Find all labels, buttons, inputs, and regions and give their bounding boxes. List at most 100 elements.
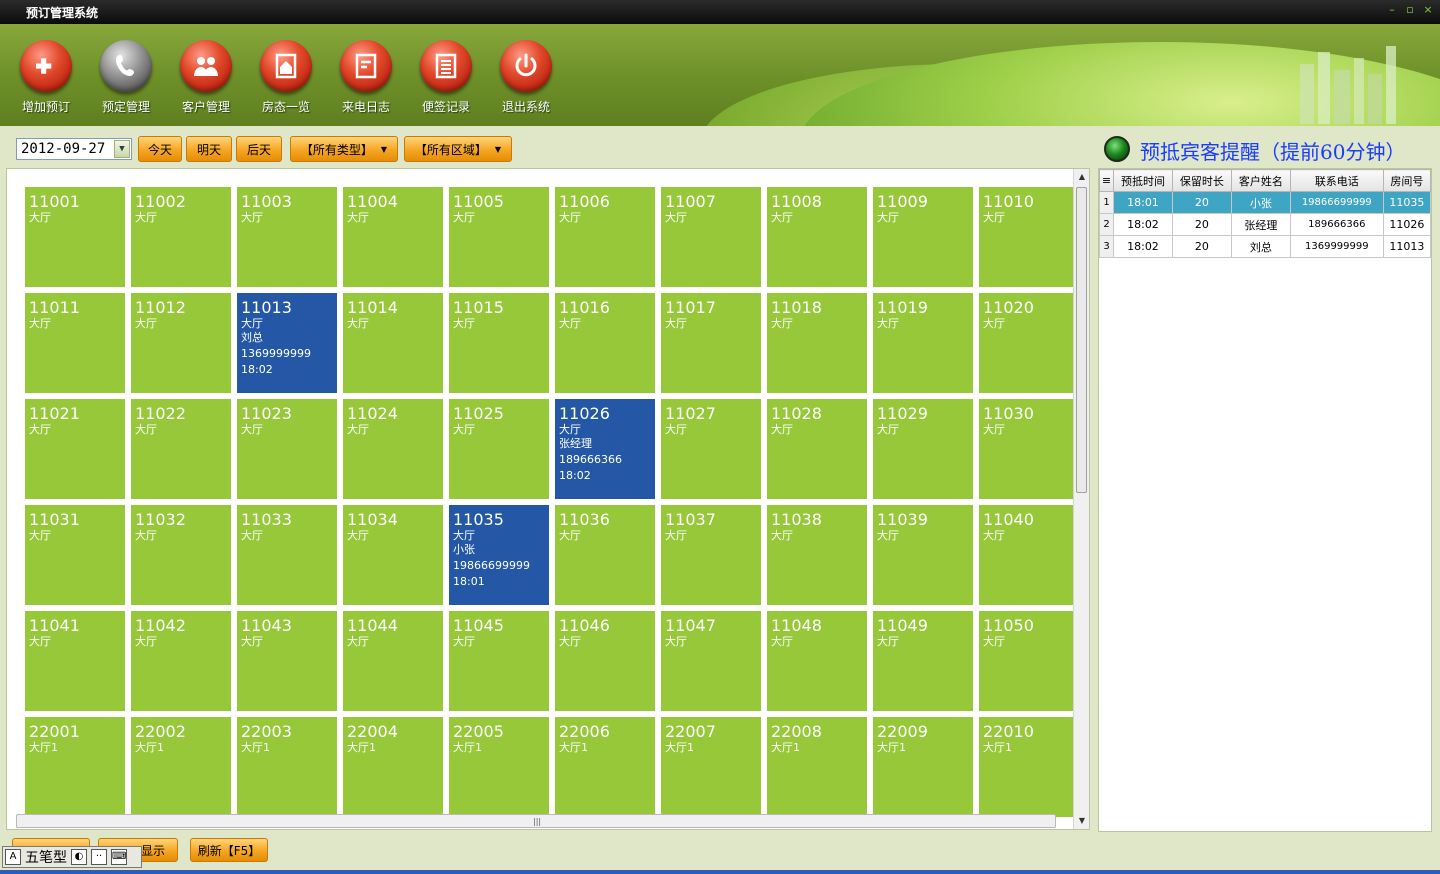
room-tile[interactable]: 11028 大厅 [767,399,867,499]
half-width-icon[interactable]: ◐ [71,849,87,865]
room-tile[interactable]: 11019 大厅 [873,293,973,393]
room-tile[interactable]: 22001 大厅1 [25,717,125,817]
room-tile[interactable]: 11016 大厅 [555,293,655,393]
column-header[interactable]: 房间号 [1382,169,1432,192]
room-tile[interactable]: 11045 大厅 [449,611,549,711]
room-tile[interactable]: 11034 大厅 [343,505,443,605]
room-tile[interactable]: 11022 大厅 [131,399,231,499]
room-tile[interactable]: 22005 大厅1 [449,717,549,817]
column-header[interactable]: 联系电话 [1289,169,1384,192]
room-tile[interactable]: 22008 大厅1 [767,717,867,817]
room-tile[interactable]: 22007 大厅1 [661,717,761,817]
punctuation-icon[interactable]: ·· [91,849,107,865]
toolbar-button-7[interactable]: 退出系统 [488,40,564,115]
room-tile[interactable]: 11030 大厅 [979,399,1079,499]
area-select[interactable]: 【所有区域】 ▼ [404,136,512,162]
toolbar-button-6[interactable]: 便签记录 [408,40,484,115]
room-tile[interactable]: 22002 大厅1 [131,717,231,817]
room-tile[interactable]: 11046 大厅 [555,611,655,711]
column-header[interactable]: 保留时长 [1171,169,1232,192]
room-tile[interactable]: 11036 大厅 [555,505,655,605]
notes-icon[interactable] [420,40,472,92]
room-tile[interactable]: 11021 大厅 [25,399,125,499]
row-selector-icon[interactable]: ≡ [1099,169,1114,192]
room-tile[interactable]: 11026 大厅 张经理 189666366 18:02 [555,399,655,499]
horizontal-scrollbar[interactable]: ||| [16,814,1056,828]
room-tile[interactable]: 11007 大厅 [661,187,761,287]
room-tile[interactable]: 11025 大厅 [449,399,549,499]
phone-plus-icon[interactable] [20,40,72,92]
close-button[interactable]: × [1422,3,1434,17]
day-after-button[interactable]: 后天 [236,136,282,162]
house-icon[interactable] [260,40,312,92]
minimize-button[interactable]: – [1386,3,1398,17]
room-tile[interactable]: 11004 大厅 [343,187,443,287]
table-row[interactable]: 1 18:01 20 小张 19866699999 11035 [1099,191,1432,214]
room-tile[interactable]: 11027 大厅 [661,399,761,499]
room-tile[interactable]: 11032 大厅 [131,505,231,605]
room-tile[interactable]: 11033 大厅 [237,505,337,605]
toolbar-button-2[interactable]: 预定管理 [88,40,164,115]
room-tile[interactable]: 11040 大厅 [979,505,1079,605]
scroll-thumb[interactable] [1076,187,1087,493]
toolbar-button-4[interactable]: 房态一览 [248,40,324,115]
column-header[interactable]: 客户姓名 [1230,169,1291,192]
chevron-down-icon[interactable]: ▼ [114,140,130,158]
room-tile[interactable]: 22003 大厅1 [237,717,337,817]
room-tile[interactable]: 22006 大厅1 [555,717,655,817]
room-tile[interactable]: 11042 大厅 [131,611,231,711]
phone-icon[interactable] [100,40,152,92]
room-tile[interactable]: 22004 大厅1 [343,717,443,817]
date-picker[interactable]: 2012-09-27 ▼ [16,138,132,160]
room-tile[interactable]: 11010 大厅 [979,187,1079,287]
room-tile[interactable]: 11037 大厅 [661,505,761,605]
restore-button[interactable]: ▫ [1404,3,1416,17]
room-tile[interactable]: 11031 大厅 [25,505,125,605]
room-tile[interactable]: 11009 大厅 [873,187,973,287]
column-header[interactable]: 预抵时间 [1113,169,1173,192]
toolbar-button-1[interactable]: 增加预订 [8,40,84,115]
room-tile[interactable]: 11002 大厅 [131,187,231,287]
toolbar-button-3[interactable]: 客户管理 [168,40,244,115]
room-tile[interactable]: 11044 大厅 [343,611,443,711]
room-tile[interactable]: 11015 大厅 [449,293,549,393]
log-icon[interactable] [340,40,392,92]
room-tile[interactable]: 11008 大厅 [767,187,867,287]
room-tile[interactable]: 11029 大厅 [873,399,973,499]
room-tile[interactable]: 11039 大厅 [873,505,973,605]
room-tile[interactable]: 11011 大厅 [25,293,125,393]
room-tile[interactable]: 11003 大厅 [237,187,337,287]
room-tile[interactable]: 11012 大厅 [131,293,231,393]
ime-mode-label[interactable]: 五笔型 [25,847,67,867]
ime-logo-icon[interactable]: A [5,849,21,865]
room-tile[interactable]: 11006 大厅 [555,187,655,287]
room-tile[interactable]: 11050 大厅 [979,611,1079,711]
room-tile[interactable]: 11013 大厅 刘总 1369999999 18:02 [237,293,337,393]
vertical-scrollbar[interactable]: ▲ ▼ [1073,169,1089,829]
table-row[interactable]: 2 18:02 20 张经理 189666366 11026 [1099,213,1432,236]
room-tile[interactable]: 22010 大厅1 [979,717,1079,817]
room-tile[interactable]: 11041 大厅 [25,611,125,711]
room-tile[interactable]: 11024 大厅 [343,399,443,499]
toolbar-button-5[interactable]: 来电日志 [328,40,404,115]
soft-keyboard-icon[interactable]: ⌨ [111,849,127,865]
users-icon[interactable] [180,40,232,92]
scroll-down-icon[interactable]: ▼ [1074,813,1089,829]
room-tile[interactable]: 22009 大厅1 [873,717,973,817]
room-tile[interactable]: 11018 大厅 [767,293,867,393]
scroll-up-icon[interactable]: ▲ [1074,169,1089,185]
room-tile[interactable]: 11017 大厅 [661,293,761,393]
room-tile[interactable]: 11005 大厅 [449,187,549,287]
room-tile[interactable]: 11001 大厅 [25,187,125,287]
ime-toolbar[interactable]: A 五笔型 ◐ ·· ⌨ [2,846,142,868]
room-tile[interactable]: 11049 大厅 [873,611,973,711]
room-tile[interactable]: 11043 大厅 [237,611,337,711]
refresh-button[interactable]: 刷新【F5】 [190,838,268,862]
today-button[interactable]: 今天 [138,136,182,162]
room-tile[interactable]: 11047 大厅 [661,611,761,711]
room-tile[interactable]: 11020 大厅 [979,293,1079,393]
room-tile[interactable]: 11038 大厅 [767,505,867,605]
type-select[interactable]: 【所有类型】 ▼ [290,136,398,162]
room-tile[interactable]: 11014 大厅 [343,293,443,393]
room-tile[interactable]: 11035 大厅 小张 19866699999 18:01 [449,505,549,605]
